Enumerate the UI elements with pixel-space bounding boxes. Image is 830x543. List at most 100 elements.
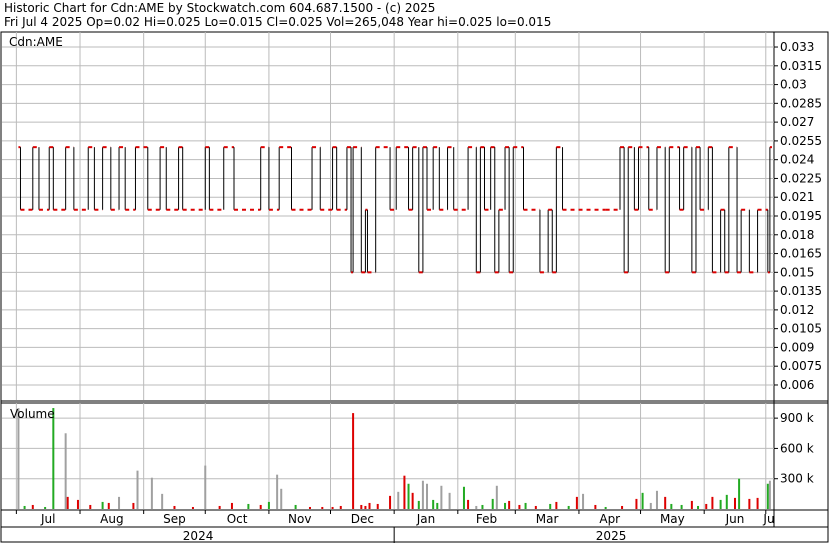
volume-bar <box>389 495 392 509</box>
volume-bar <box>308 506 311 509</box>
volume-bar <box>649 502 652 509</box>
volume-bar <box>276 474 279 509</box>
volume-bar <box>247 503 250 509</box>
volume-bar <box>411 492 414 509</box>
price-gridlines <box>2 32 774 400</box>
volume-bar <box>432 499 435 509</box>
price-tick-label: 0.0255 <box>780 134 822 148</box>
volume-bar <box>462 486 465 509</box>
month-label: May <box>660 512 685 526</box>
volume-bar <box>738 478 741 509</box>
month-label: Jul <box>40 512 55 526</box>
month-label: Oct <box>227 512 248 526</box>
price-tick-label: 0.0135 <box>780 284 822 298</box>
year-label: 2024 <box>183 529 214 543</box>
volume-bar <box>575 496 578 509</box>
volume-bar <box>267 501 270 509</box>
volume-label: Volume <box>10 407 55 421</box>
volume-bar <box>508 500 511 509</box>
volume-bar <box>549 503 552 509</box>
price-tick-label: 0.024 <box>780 153 814 167</box>
volume-bar <box>635 498 638 509</box>
volume-bar <box>504 502 507 509</box>
volume-bar <box>191 506 194 509</box>
volume-bar <box>204 465 207 509</box>
volume-bar <box>697 505 700 509</box>
month-label: Jun <box>725 512 745 526</box>
volume-bar <box>132 502 135 509</box>
price-tick-label: 0.006 <box>780 378 814 392</box>
volume-bar <box>397 491 400 509</box>
price-tick-label: 0.015 <box>780 265 814 279</box>
volume-tick-label: 600 k <box>780 441 814 455</box>
volume-bar <box>294 504 297 509</box>
volume-bar <box>218 505 221 509</box>
volume-bar <box>495 485 498 509</box>
volume-bar <box>230 502 233 509</box>
volume-bar <box>475 505 478 509</box>
volume-bar <box>690 500 693 509</box>
volume-bar <box>331 506 334 509</box>
volume-bar <box>518 504 521 509</box>
price-tick-label: 0.012 <box>780 303 814 317</box>
volume-bar <box>407 483 410 509</box>
year-label: 2025 <box>596 529 627 543</box>
price-axis: 0.033 0.0315 0.03 0.0285 0.027 0.0255 0.024 0.0… <box>774 40 822 392</box>
volume-bar <box>719 499 722 509</box>
volume-bar <box>733 497 736 509</box>
price-tick-label: 0.0075 <box>780 359 822 373</box>
month-label: Mar <box>536 512 559 526</box>
volume-bar <box>339 505 342 509</box>
volume-bar <box>711 496 714 509</box>
price-tick-label: 0.027 <box>780 115 814 129</box>
volume-bar <box>604 506 607 509</box>
volume-bar <box>64 433 67 509</box>
volume-bar <box>101 501 104 509</box>
volume-bar <box>641 492 644 509</box>
volume-bar <box>76 499 79 509</box>
price-tick-label: 0.0315 <box>780 59 822 73</box>
volume-bar <box>161 493 164 509</box>
volume-bar <box>491 498 494 509</box>
month-label: Apr <box>599 512 620 526</box>
volume-bar <box>118 496 121 509</box>
volume-bar <box>136 470 139 509</box>
volume-bar <box>403 475 406 509</box>
price-tick-label: 0.021 <box>780 190 814 204</box>
volume-bar <box>748 498 751 509</box>
price-tick-label: 0.009 <box>780 340 814 354</box>
volume-bar <box>426 483 429 509</box>
month-axis: Jul Aug Sep Oct Nov Dec Jan Feb Mar Apr May Jun Ju <box>15 510 775 526</box>
volume-bar <box>766 483 769 509</box>
volume-bar <box>467 499 470 509</box>
volume-bar <box>768 480 771 509</box>
volume-bar <box>670 503 673 509</box>
price-tick-label: 0.0285 <box>780 96 822 110</box>
price-tick-label: 0.0105 <box>780 322 822 336</box>
volume-axis: 900 k 600 k 300 k <box>774 411 814 486</box>
month-label: Jan <box>416 512 436 526</box>
price-tick-label: 0.018 <box>780 228 814 242</box>
month-label: Aug <box>100 512 123 526</box>
volume-bar <box>582 493 585 509</box>
volume-bar <box>89 504 92 509</box>
price-tick-label: 0.0165 <box>780 247 822 261</box>
volume-bar <box>534 505 537 509</box>
volume-bar <box>17 408 20 509</box>
volume-bar <box>680 504 683 509</box>
volume-bar <box>321 506 324 509</box>
volume-bar <box>594 504 597 509</box>
month-label: Feb <box>476 512 497 526</box>
volume-bar <box>756 497 759 509</box>
volume-bar <box>555 501 558 509</box>
volume-bar <box>621 505 624 509</box>
month-label: Sep <box>163 512 186 526</box>
volume-bar <box>440 485 443 509</box>
volume-bar <box>567 505 570 509</box>
month-label: Ju <box>762 512 774 526</box>
volume-bar <box>352 413 355 509</box>
volume-bar <box>150 477 153 509</box>
volume-bar <box>364 505 367 509</box>
volume-bar <box>31 504 34 509</box>
volume-bar <box>725 494 728 509</box>
